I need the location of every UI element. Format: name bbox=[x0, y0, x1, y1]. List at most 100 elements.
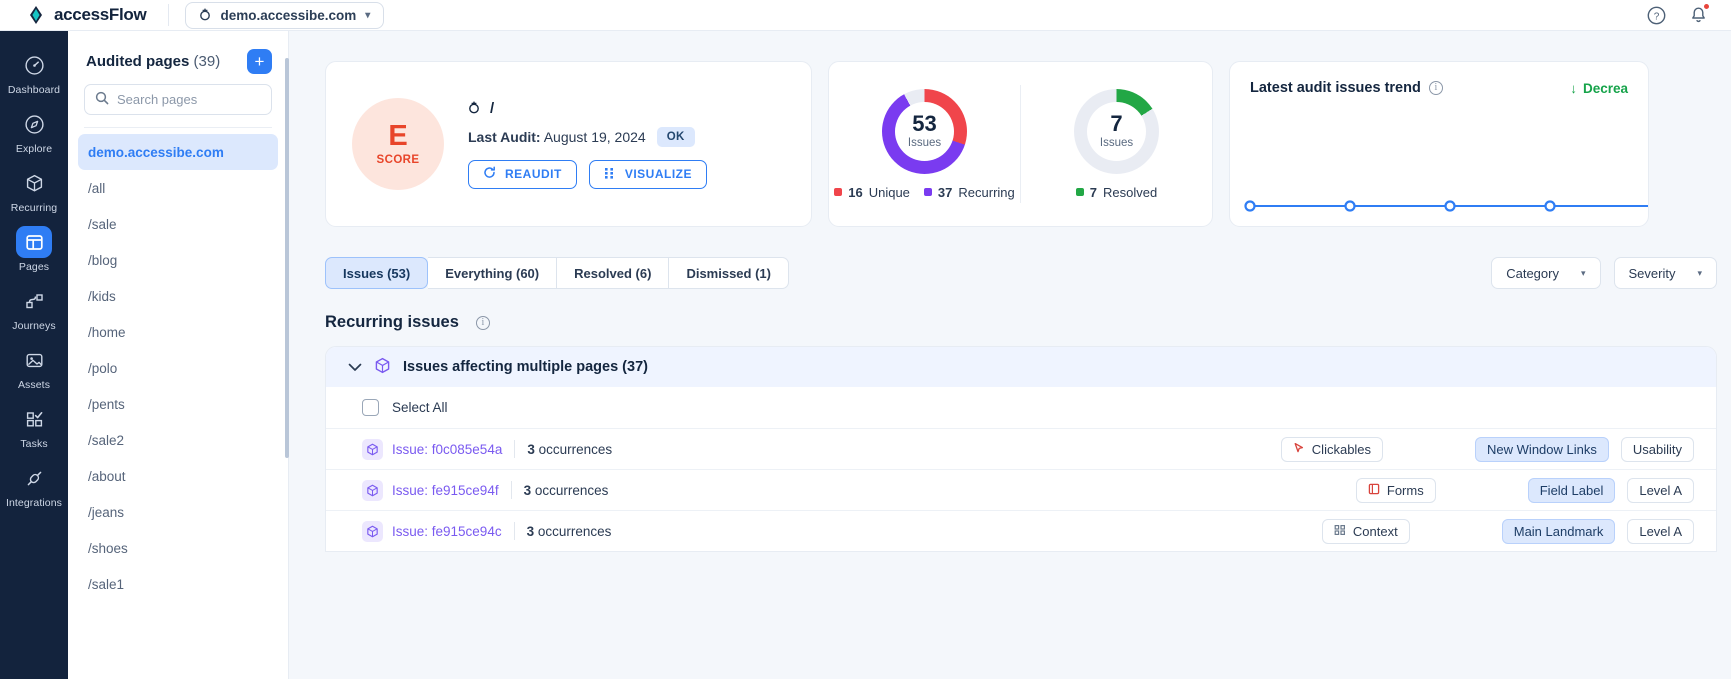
search-pages-wrap bbox=[68, 84, 293, 125]
issues-donut-cell: 53 Issues 16 Unique 37 Recurring bbox=[829, 88, 1020, 200]
sidebar-item-explore[interactable]: Explore bbox=[0, 102, 68, 161]
category-chip[interactable]: Clickables bbox=[1280, 436, 1384, 462]
page-list-item[interactable]: /polo bbox=[78, 350, 278, 386]
category-filter[interactable]: Category ▾ bbox=[1491, 257, 1601, 289]
page-list-item[interactable]: /jeans bbox=[78, 494, 278, 530]
last-audit-date: August 19, 2024 bbox=[543, 128, 646, 145]
legend-label: Resolved bbox=[1103, 184, 1158, 200]
tab-everything[interactable]: Everything (60) bbox=[428, 257, 558, 289]
page-list-item[interactable]: /sale1 bbox=[78, 566, 278, 602]
sidebar-label: Dashboard bbox=[7, 84, 61, 96]
page-list-item[interactable]: /kids bbox=[78, 278, 278, 314]
tag-chip[interactable]: Level A bbox=[1627, 477, 1694, 503]
app-root: accessFlow demo.accessibe.com ▾ ? Dashbo… bbox=[0, 0, 1731, 679]
legend-value: 37 bbox=[937, 184, 953, 200]
issue-id-link[interactable]: Issue: fe915ce94c bbox=[392, 524, 502, 539]
bell-icon[interactable] bbox=[1687, 3, 1710, 26]
table-row[interactable]: Issue: fe915ce94c 3 occurrences Context … bbox=[326, 510, 1716, 551]
sidebar-label: Pages bbox=[18, 261, 50, 273]
sidebar-label: Tasks bbox=[20, 438, 48, 450]
domain-selector[interactable]: demo.accessibe.com ▾ bbox=[185, 1, 385, 29]
audited-pages-count: (39) bbox=[193, 53, 221, 70]
table-row[interactable]: Issue: fe915ce94f 3 occurrences Forms Fi… bbox=[326, 469, 1716, 510]
sidebar-item-tasks[interactable]: Tasks bbox=[0, 397, 68, 456]
audit-trend-card: Latest audit issues trend i ↓ Decrea bbox=[1229, 61, 1649, 227]
page-list-item[interactable]: /about bbox=[78, 458, 278, 494]
tag-chip[interactable]: Field Label bbox=[1527, 477, 1616, 503]
tag-chip[interactable]: Usability bbox=[1620, 436, 1694, 462]
legend-item-recurring: 37 Recurring bbox=[923, 184, 1015, 200]
table-row[interactable]: Issue: f0c085e54a 3 occurrences Clickabl… bbox=[326, 428, 1716, 469]
category-label: Clickables bbox=[1311, 441, 1372, 457]
donut-center: 7 Issues bbox=[1087, 101, 1146, 161]
summary-row: E SCORE / Last Audit: August 19, 2024 OK bbox=[289, 31, 1731, 227]
trend-delta: ↓ Decrea bbox=[1570, 81, 1628, 96]
tab-resolved[interactable]: Resolved (6) bbox=[557, 257, 670, 289]
info-icon[interactable]: i bbox=[1428, 81, 1443, 95]
visualize-button[interactable]: VISUALIZE bbox=[588, 159, 708, 189]
pages-list: demo.accessibe.com /all /sale /blog /kid… bbox=[68, 134, 288, 679]
last-audit-label: Last Audit: bbox=[468, 128, 541, 145]
legend-label: Recurring bbox=[958, 184, 1015, 200]
search-box[interactable] bbox=[84, 84, 293, 115]
legend-swatch bbox=[834, 188, 843, 196]
severity-filter[interactable]: Severity ▾ bbox=[1613, 257, 1717, 289]
resolved-donut-chart: 7 Issues bbox=[1074, 88, 1159, 174]
add-page-button[interactable]: + bbox=[247, 49, 272, 74]
tag-chip[interactable]: Level A bbox=[1627, 518, 1694, 544]
domain-globe-icon bbox=[199, 7, 211, 24]
issue-id-link[interactable]: Issue: f0c085e54a bbox=[392, 442, 502, 457]
sidebar-item-pages[interactable]: Pages bbox=[0, 220, 68, 279]
tag-group: Field Label Level A bbox=[1527, 477, 1694, 503]
page-list-item[interactable]: /all bbox=[78, 170, 278, 206]
page-list-item[interactable]: /blog bbox=[78, 242, 278, 278]
score-actions: REAUDIT VISUALIZE bbox=[468, 159, 785, 189]
status-badge: OK bbox=[656, 126, 695, 147]
chevron-down-icon bbox=[348, 359, 362, 375]
sidebar-item-dashboard[interactable]: Dashboard bbox=[0, 43, 68, 102]
plug-icon bbox=[16, 462, 52, 494]
info-icon[interactable]: i bbox=[475, 315, 490, 330]
page-list-item[interactable]: /shoes bbox=[78, 530, 278, 566]
sidebar-item-integrations[interactable]: Integrations bbox=[0, 456, 68, 515]
issue-group-header[interactable]: Issues affecting multiple pages (37) bbox=[326, 347, 1716, 387]
cube-icon bbox=[362, 479, 383, 501]
select-all-checkbox[interactable] bbox=[362, 399, 379, 416]
trend-delta-label: Decrea bbox=[1582, 80, 1628, 96]
grid-dots-icon bbox=[604, 167, 616, 182]
tasks-icon bbox=[16, 403, 52, 435]
tag-group: Main Landmark Level A bbox=[1501, 518, 1694, 544]
sidebar-item-recurring[interactable]: Recurring bbox=[0, 161, 68, 220]
arrow-down-icon: ↓ bbox=[1570, 80, 1577, 96]
legend-value: 16 bbox=[848, 184, 863, 200]
legend-item-unique: 16 Unique bbox=[834, 185, 910, 200]
last-audit-row: Last Audit: August 19, 2024 OK bbox=[468, 126, 785, 147]
context-icon bbox=[1334, 524, 1346, 539]
page-list-item[interactable]: /home bbox=[78, 314, 278, 350]
sidebar-item-assets[interactable]: Assets bbox=[0, 338, 68, 397]
page-list-item[interactable]: demo.accessibe.com bbox=[78, 134, 278, 170]
tag-group: New Window Links Usability bbox=[1475, 436, 1694, 462]
severity-filter-label: Severity bbox=[1628, 265, 1676, 281]
tab-issues[interactable]: Issues (53) bbox=[325, 257, 429, 289]
category-chip[interactable]: Forms bbox=[1355, 477, 1436, 503]
section-title: Recurring issues bbox=[325, 313, 459, 331]
reaudit-button[interactable]: REAUDIT bbox=[468, 159, 577, 189]
page-list-item[interactable]: /sale bbox=[78, 206, 278, 242]
page-list-item[interactable]: /sale2 bbox=[78, 422, 278, 458]
audited-pages-panel: Audited pages (39) + demo.accessibe.com … bbox=[68, 31, 293, 679]
issue-id-link[interactable]: Issue: fe915ce94f bbox=[392, 483, 499, 498]
pages-scrollbar[interactable] bbox=[285, 58, 289, 458]
resolved-donut-cell: 7 Issues 7 Resolved bbox=[1021, 88, 1212, 200]
help-circle-icon[interactable]: ? bbox=[1645, 4, 1667, 26]
brand-name: accessFlow bbox=[54, 5, 147, 24]
tag-chip[interactable]: New Window Links bbox=[1475, 436, 1609, 462]
page-list-item[interactable]: /pents bbox=[78, 386, 278, 422]
category-chip[interactable]: Context bbox=[1321, 518, 1410, 544]
sidebar-item-journeys[interactable]: Journeys bbox=[0, 279, 68, 338]
search-input[interactable] bbox=[117, 92, 293, 107]
trend-title: Latest audit issues trend bbox=[1250, 80, 1421, 96]
tag-chip[interactable]: Main Landmark bbox=[1501, 518, 1616, 544]
tab-dismissed[interactable]: Dismissed (1) bbox=[669, 257, 789, 289]
panel-divider bbox=[84, 127, 272, 128]
